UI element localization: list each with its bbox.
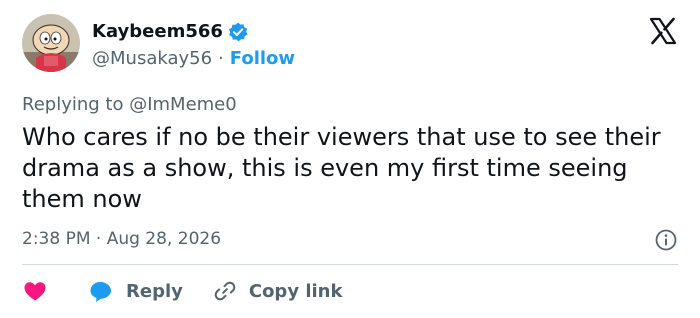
link-icon — [214, 281, 236, 301]
tweet-timestamp[interactable]: 2:38 PM · Aug 28, 2026 — [22, 228, 221, 250]
reply-bubble-icon — [90, 282, 111, 302]
avatar-image — [22, 14, 80, 72]
divider — [22, 264, 678, 265]
replying-to-mention[interactable]: @ImMeme0 — [129, 94, 237, 115]
replying-to: Replying to @ImMeme0 — [22, 94, 237, 116]
follow-button[interactable]: Follow — [230, 48, 295, 70]
tweet-text: Who cares if no be their viewers that us… — [22, 123, 661, 213]
handle-row: @Musakay56 · Follow — [92, 48, 295, 70]
avatar[interactable] — [22, 14, 80, 72]
reply-label: Reply — [126, 280, 183, 302]
like-button[interactable] — [22, 278, 48, 304]
replying-to-prefix: Replying to — [22, 94, 130, 115]
info-icon[interactable] — [654, 228, 678, 252]
action-bar: Reply Copy link — [22, 276, 342, 306]
copy-link-button[interactable]: Copy link — [213, 279, 343, 303]
heart-icon — [24, 282, 46, 301]
copy-link-label: Copy link — [248, 280, 343, 302]
separator-dot: · — [218, 48, 224, 69]
display-name[interactable]: Kaybeem566 — [92, 21, 223, 43]
x-logo-icon[interactable] — [648, 16, 678, 46]
reply-button[interactable]: Reply — [88, 278, 183, 304]
verified-badge-icon — [227, 21, 249, 43]
author-name-row: Kaybeem566 — [92, 21, 249, 43]
handle[interactable]: @Musakay56 — [92, 48, 212, 70]
tweet-card: Kaybeem566 @Musakay56 · Follow Replying … — [0, 0, 700, 318]
